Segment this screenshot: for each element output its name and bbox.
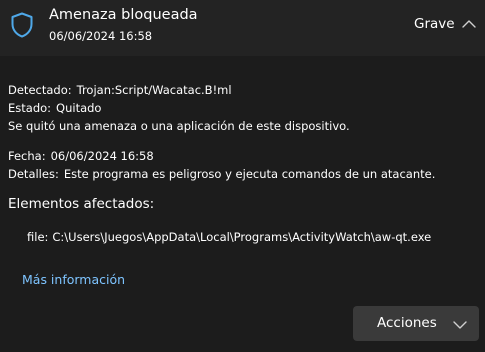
- severity-label: Grave: [414, 16, 455, 32]
- file-path: C:\Users\Juegos\AppData\Local\Programs\A…: [52, 230, 432, 244]
- shield-icon: [10, 12, 34, 38]
- affected-items-heading: Elementos afectados:: [8, 196, 155, 212]
- actions-button-label: Acciones: [377, 315, 437, 331]
- date-value: 06/06/2024 16:58: [50, 149, 154, 163]
- threat-card: Amenaza bloqueada 06/06/2024 16:58 Grave…: [0, 0, 485, 352]
- detected-row: Detectado: Trojan:Script/Wacatac.B!ml: [8, 83, 232, 97]
- actions-button[interactable]: Acciones: [353, 306, 479, 341]
- threat-title: Amenaza bloqueada: [49, 7, 198, 23]
- threat-timestamp: 06/06/2024 16:58: [49, 29, 153, 43]
- detected-label: Detectado:: [8, 83, 72, 97]
- file-label: file:: [27, 230, 49, 244]
- threat-header[interactable]: Amenaza bloqueada 06/06/2024 16:58 Grave: [0, 0, 485, 56]
- details-value: Este programa es peligroso y ejecuta com…: [63, 167, 436, 181]
- detected-value: Trojan:Script/Wacatac.B!ml: [76, 83, 232, 97]
- date-label: Fecha:: [8, 149, 46, 163]
- date-row: Fecha: 06/06/2024 16:58: [8, 149, 154, 163]
- status-row: Estado: Quitado: [8, 101, 101, 115]
- threat-description: Se quitó una amenaza o una aplicación de…: [8, 119, 350, 133]
- chevron-up-icon[interactable]: [461, 16, 477, 32]
- more-info-link[interactable]: Más información: [22, 272, 125, 287]
- status-value: Quitado: [56, 101, 102, 115]
- details-row: Detalles: Este programa es peligroso y ej…: [8, 167, 435, 181]
- affected-file-row: file: C:\Users\Juegos\AppData\Local\Progr…: [27, 230, 431, 244]
- details-label: Detalles:: [8, 167, 59, 181]
- chevron-down-icon: [452, 317, 468, 331]
- status-label: Estado:: [8, 101, 52, 115]
